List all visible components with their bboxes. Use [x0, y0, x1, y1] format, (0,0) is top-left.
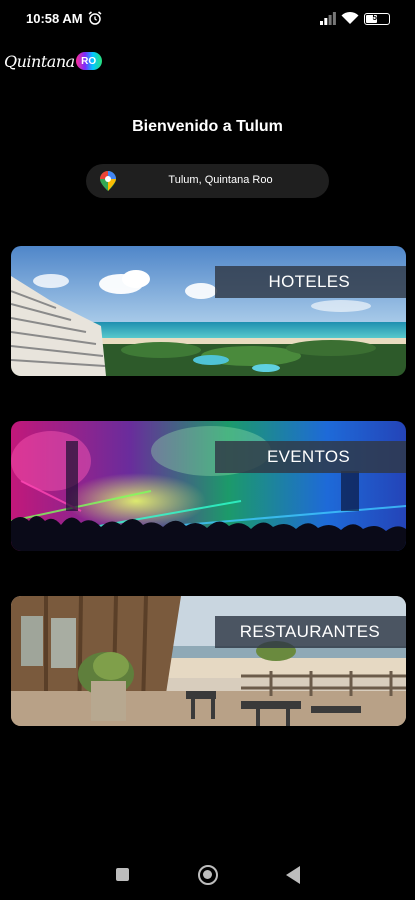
- logo-badge: RO: [75, 52, 102, 70]
- category-card-hoteles[interactable]: HOTELES: [11, 246, 406, 376]
- alarm-icon: [88, 11, 102, 25]
- location-selector[interactable]: Tulum, Quintana Roo: [86, 164, 329, 198]
- location-label: Tulum, Quintana Roo: [168, 174, 273, 186]
- map-pin-icon: [100, 171, 116, 191]
- app-logo: Quintana RO: [4, 48, 102, 74]
- category-label: HOTELES: [268, 272, 350, 291]
- home-icon[interactable]: [198, 865, 218, 885]
- signal-icon: [320, 12, 336, 25]
- logo-text: Quintana: [4, 51, 75, 71]
- page-title: Bienvenido a Tulum: [132, 118, 283, 135]
- battery-percent: 56: [372, 13, 382, 22]
- category-label-box: HOTELES: [215, 266, 406, 298]
- category-card-restaurantes[interactable]: RESTAURANTES: [11, 596, 406, 726]
- recents-icon[interactable]: [116, 868, 129, 881]
- wifi-icon: [341, 11, 359, 24]
- category-card-eventos[interactable]: EVENTOS: [11, 421, 406, 551]
- home-icon-dot: [203, 870, 212, 879]
- status-time: 10:58 AM: [26, 11, 83, 26]
- category-label: RESTAURANTES: [239, 622, 380, 641]
- category-label: EVENTOS: [266, 447, 350, 466]
- category-label-box: RESTAURANTES: [215, 616, 406, 648]
- back-icon[interactable]: [286, 866, 300, 884]
- system-nav-bar: [0, 850, 415, 900]
- battery-icon: 56: [364, 13, 390, 25]
- category-label-box: EVENTOS: [215, 441, 406, 473]
- status-bar: 10:58 AM 56: [0, 0, 415, 38]
